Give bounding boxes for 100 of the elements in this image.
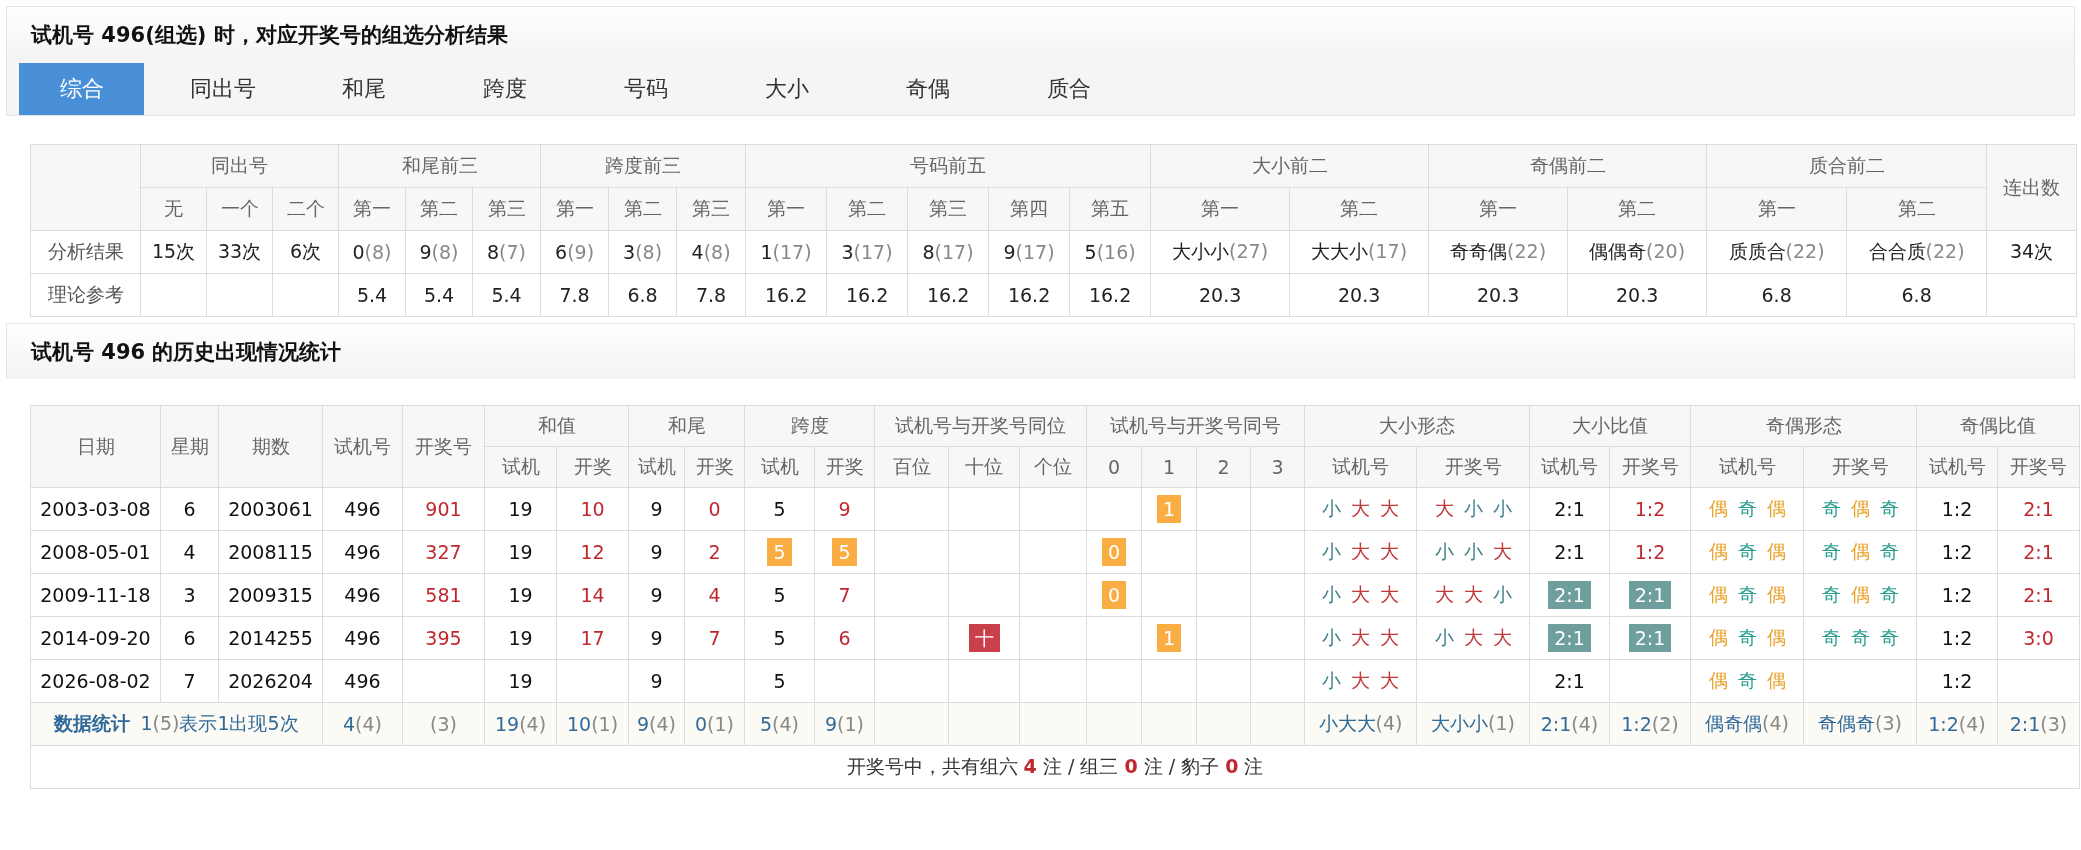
table-cell: 5: [744, 616, 815, 660]
pattern-char: 小: [1463, 496, 1483, 521]
pattern-char: 小: [1322, 496, 1341, 521]
table-cell: 16.2: [907, 273, 989, 317]
tab[interactable]: 奇偶: [865, 63, 990, 115]
table-cell: 0: [684, 487, 745, 531]
highlight-badge: 2:1: [1548, 581, 1591, 609]
pattern-char: 小: [1322, 668, 1341, 693]
table-cell: 8(17): [922, 241, 974, 263]
tab[interactable]: 和尾: [301, 63, 426, 115]
pattern-char: 奇: [1737, 668, 1757, 693]
table-cell: 9: [628, 487, 685, 531]
table-cell: 2008115: [218, 530, 323, 574]
highlight-badge: 1: [1156, 624, 1182, 652]
pattern-char: 大: [1434, 582, 1454, 607]
table-cell: 1:2: [1916, 573, 1998, 617]
table-cell: 2:1: [1529, 659, 1610, 703]
table-cell: 2:1: [1997, 573, 2080, 617]
pattern-char: 小: [1322, 625, 1341, 650]
column-header: 一个: [206, 187, 273, 231]
table-cell: 19: [484, 573, 557, 617]
table-cell: 10: [556, 487, 629, 531]
pattern-char: 偶: [1708, 582, 1728, 607]
column-header: 第一: [1150, 187, 1290, 231]
table-cell: 大小小(27): [1172, 240, 1269, 262]
pattern-char: 奇: [1737, 539, 1757, 564]
tab[interactable]: 跨度: [442, 63, 567, 115]
tab[interactable]: 同出号: [160, 63, 285, 115]
table-cell: 9(1): [825, 713, 864, 735]
pattern-char: 奇: [1737, 496, 1757, 521]
column-group-header: 试机号与开奖号同号: [1086, 405, 1305, 447]
column-header: 开奖号: [1609, 446, 1691, 488]
column-header: 第一: [1428, 187, 1568, 231]
column-header: 开奖: [814, 446, 875, 488]
column-header: 开奖号: [1803, 446, 1917, 488]
table-cell: 496: [322, 573, 403, 617]
footer-summary: 开奖号中，共有组六 4 注 / 组三 0 注 / 豹子 0 注: [846, 755, 1264, 777]
pattern-char: 大: [1463, 582, 1483, 607]
table-cell: 19: [484, 616, 557, 660]
table-cell: 10(1): [566, 713, 619, 735]
column-header: 试机号: [322, 405, 403, 488]
table-cell: 0(8): [352, 241, 392, 263]
pattern-char: 小: [1463, 539, 1483, 564]
table-cell: 7: [814, 573, 875, 617]
table-cell: 1:2: [1609, 530, 1691, 574]
table-cell: 7.8: [676, 273, 746, 317]
pattern-char: 大: [1380, 496, 1399, 521]
pattern-char: 奇: [1737, 625, 1757, 650]
table-cell: 6.8: [1846, 273, 1987, 317]
table-cell: 3: [160, 573, 219, 617]
table-cell: 581: [402, 573, 485, 617]
table-cell: 20.3: [1567, 273, 1707, 317]
column-header: 第二: [1846, 187, 1987, 231]
column-header: 星期: [160, 405, 219, 488]
pattern-char: 大: [1351, 668, 1370, 693]
pattern-char: 大: [1351, 496, 1370, 521]
table-cell: 496: [322, 616, 403, 660]
table-cell: 2: [684, 530, 745, 574]
tab[interactable]: 质合: [1006, 63, 1131, 115]
pattern-char: 偶: [1850, 496, 1870, 521]
pattern-char: 奇: [1879, 625, 1899, 650]
column-header: 第二: [1567, 187, 1707, 231]
table-cell: 8(7): [487, 241, 527, 263]
pattern-char: 偶: [1708, 496, 1728, 521]
column-header: 百位: [874, 446, 949, 488]
table-cell: 3(17): [841, 241, 893, 263]
highlight-badge: 0: [1101, 581, 1127, 609]
highlight-badge: 0: [1101, 538, 1127, 566]
table-cell: 1:2: [1916, 659, 1998, 703]
table-cell: 901: [402, 487, 485, 531]
table-cell: 9(4): [637, 713, 676, 735]
pattern-char: 大: [1351, 582, 1370, 607]
row-header: 理论参考: [30, 273, 141, 317]
column-header: 第一: [1706, 187, 1847, 231]
table-cell: 19: [484, 487, 557, 531]
table-cell: 1:2: [1916, 530, 1998, 574]
table-cell: 9: [628, 573, 685, 617]
pattern-char: 奇: [1879, 539, 1899, 564]
column-header: 十位: [948, 446, 1020, 488]
column-header: 无: [140, 187, 207, 231]
table-cell: 1:2(4): [1928, 713, 1986, 735]
highlight-badge: 1: [1156, 495, 1182, 523]
column-group-header: 跨度前三: [540, 144, 746, 188]
tab[interactable]: 大小: [724, 63, 849, 115]
column-header: 第五: [1069, 187, 1151, 231]
column-header: 开奖: [556, 446, 629, 488]
table-cell: 5: [744, 659, 815, 703]
table-cell: 2009-11-18: [30, 573, 161, 617]
column-group-header: 奇偶前二: [1428, 144, 1707, 188]
tab[interactable]: 号码: [583, 63, 708, 115]
column-header: 第一: [338, 187, 406, 231]
pattern-char: 大: [1434, 496, 1454, 521]
pattern-char: 奇: [1879, 496, 1899, 521]
column-group-header: 大小比值: [1529, 405, 1691, 447]
pattern-char: 偶: [1708, 625, 1728, 650]
pattern-char: 偶: [1766, 496, 1786, 521]
table-cell: 2014-09-20: [30, 616, 161, 660]
table-cell: 2003061: [218, 487, 323, 531]
column-group-header: 和值: [484, 405, 629, 447]
section-title: 试机号 496(组选) 时，对应开奖号的组选分析结果: [31, 22, 508, 49]
